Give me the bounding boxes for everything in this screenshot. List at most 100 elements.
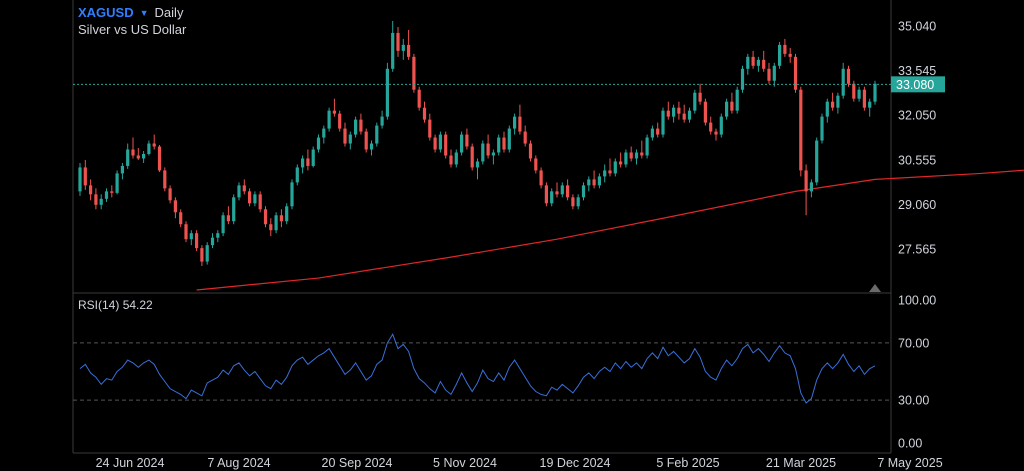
rsi-name: RSI(14) <box>78 298 120 312</box>
candle <box>348 131 352 150</box>
candle-body <box>788 53 792 57</box>
time-tick-label: 5 Feb 2025 <box>656 456 719 470</box>
candle <box>507 125 511 153</box>
candle <box>274 212 278 234</box>
symbol-row[interactable]: XAGUSD ▼ Daily <box>78 5 183 20</box>
candle <box>438 131 442 153</box>
candle <box>703 98 707 126</box>
candle <box>152 134 156 150</box>
time-axis[interactable]: 24 Jun 2024 7 Aug 2024 20 Sep 2024 5 Nov 20… <box>96 456 943 470</box>
candle <box>820 113 824 144</box>
candle <box>364 128 368 153</box>
candle <box>173 197 177 219</box>
interval-label[interactable]: Daily <box>155 5 184 20</box>
candle <box>316 134 321 153</box>
candle <box>555 182 559 198</box>
candle <box>544 182 548 207</box>
candle <box>560 182 564 198</box>
candle <box>428 113 432 141</box>
price-tick-label: 27.565 <box>898 243 936 257</box>
candle <box>523 125 527 147</box>
candle <box>470 143 474 171</box>
candle <box>661 107 665 138</box>
candle <box>751 50 755 69</box>
candle <box>279 209 283 228</box>
candle <box>587 176 591 192</box>
rsi-tick-label: 0.00 <box>898 437 922 451</box>
candle-body <box>391 32 395 69</box>
symbol-name[interactable]: XAGUSD <box>78 5 134 20</box>
candle-body <box>232 197 236 222</box>
candle <box>354 116 358 138</box>
candle-body <box>354 119 358 135</box>
candle <box>110 185 114 198</box>
candle-body <box>666 110 670 117</box>
candle-body <box>274 215 278 231</box>
candle <box>449 149 453 168</box>
candle <box>746 53 750 75</box>
candle-body <box>83 167 87 186</box>
rsi-layer <box>73 333 891 404</box>
candle <box>237 182 241 201</box>
candle-body <box>242 185 246 192</box>
candle-body <box>332 110 336 114</box>
candle-body <box>566 185 570 198</box>
candle-body <box>338 113 342 129</box>
candle <box>740 65 745 93</box>
candle-body <box>603 170 607 177</box>
rsi-value: 54.22 <box>122 298 153 312</box>
candle-body <box>703 101 707 123</box>
candle-body <box>528 143 533 159</box>
price-axis[interactable]: 35.040 33.545 32.050 30.555 29.060 27.565 <box>869 19 936 292</box>
candle <box>783 38 787 57</box>
candle-body <box>804 170 808 192</box>
candle-body <box>656 128 660 135</box>
candle-body <box>740 68 745 90</box>
candle <box>375 122 379 147</box>
candle <box>221 212 225 237</box>
candle <box>841 62 845 99</box>
candle-body <box>491 152 495 156</box>
candle-body <box>693 92 697 111</box>
triangle-down-icon[interactable]: ▼ <box>140 8 149 18</box>
candle-body <box>253 194 257 204</box>
candle-body <box>460 134 464 153</box>
candle <box>571 194 575 210</box>
axes-lines <box>72 0 892 454</box>
candle-body <box>767 68 771 81</box>
candle-body <box>89 185 93 195</box>
candle <box>650 125 654 141</box>
candle <box>94 188 98 210</box>
candle <box>486 134 490 159</box>
candle-body <box>475 161 480 168</box>
candle <box>539 167 543 189</box>
chart-frame: 35.040 33.545 32.050 30.555 29.060 27.565 100… <box>72 0 1024 470</box>
candle <box>714 128 718 141</box>
candle-body <box>279 215 283 222</box>
candle <box>258 191 262 213</box>
rsi-axis[interactable]: 100.00 70.00 30.00 0.00 <box>898 294 936 451</box>
candle-body <box>581 185 586 198</box>
candles-layer <box>78 20 877 267</box>
price-tick-label: 32.050 <box>898 109 936 123</box>
candle <box>184 221 188 243</box>
candle <box>168 185 172 204</box>
candle-body <box>560 185 564 195</box>
candle-body <box>306 158 310 166</box>
candle-body <box>513 116 517 129</box>
candle <box>603 164 607 183</box>
candle <box>756 56 760 72</box>
candle <box>831 92 835 111</box>
candle-body <box>719 116 723 135</box>
candle-body <box>359 119 363 132</box>
candle <box>640 140 644 159</box>
candle-body <box>799 89 803 171</box>
candle <box>846 65 851 87</box>
candle <box>788 47 792 63</box>
candle <box>433 134 437 153</box>
candle <box>645 134 649 159</box>
candle-body <box>131 149 135 156</box>
last-price-label: 33.080 <box>896 78 934 92</box>
rsi-tick-label: 70.00 <box>898 336 929 350</box>
candle <box>502 131 506 153</box>
